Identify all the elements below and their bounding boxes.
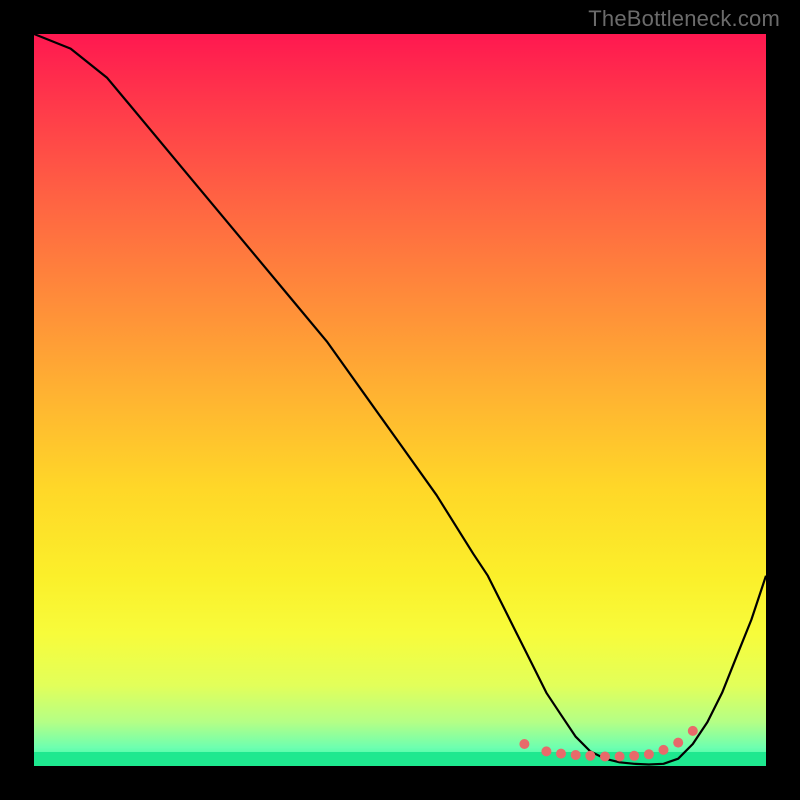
marker-dot	[556, 749, 566, 759]
marker-dot	[629, 751, 639, 761]
marker-dot	[688, 726, 698, 736]
bottleneck-curve-line	[34, 34, 766, 765]
chart-frame: TheBottleneck.com	[0, 0, 800, 800]
marker-dots-group	[519, 726, 697, 762]
marker-dot	[519, 739, 529, 749]
marker-dot	[600, 752, 610, 762]
marker-dot	[571, 750, 581, 760]
marker-dot	[659, 745, 669, 755]
marker-dot	[615, 752, 625, 762]
chart-svg	[34, 34, 766, 766]
marker-dot	[541, 746, 551, 756]
marker-dot	[644, 749, 654, 759]
plot-area	[34, 34, 766, 766]
watermark-text: TheBottleneck.com	[588, 6, 780, 32]
marker-dot	[585, 751, 595, 761]
marker-dot	[673, 738, 683, 748]
